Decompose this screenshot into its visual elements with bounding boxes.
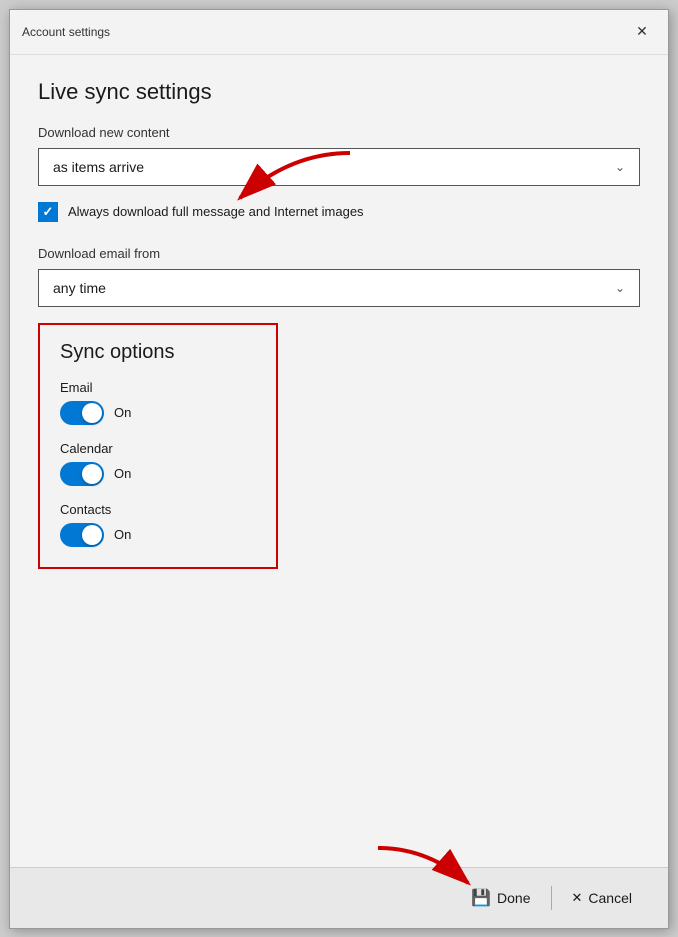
dialog-content: Live sync settings Download new content … — [10, 55, 668, 867]
save-icon: 💾 — [471, 888, 491, 908]
always-download-checkbox[interactable]: ✓ — [38, 202, 58, 222]
cancel-button[interactable]: ✕ Cancel — [556, 882, 649, 914]
contacts-toggle-row: Contacts On — [60, 502, 256, 547]
done-label: Done — [497, 890, 530, 906]
footer-divider — [551, 886, 552, 910]
title-bar: Account settings ✕ — [10, 10, 668, 55]
download-email-from-value: any time — [53, 280, 106, 296]
download-new-content-value: as items arrive — [53, 159, 144, 175]
email-toggle-row: Email On — [60, 380, 256, 425]
contacts-toggle-state: On — [114, 527, 131, 542]
email-toggle-state: On — [114, 405, 131, 420]
always-download-row: ✓ Always download full message and Inter… — [38, 202, 640, 222]
email-toggle-container: On — [60, 401, 256, 425]
account-settings-dialog: Account settings ✕ Live sync settings Do… — [9, 9, 669, 929]
calendar-toggle[interactable] — [60, 462, 104, 486]
live-sync-heading: Live sync settings — [38, 79, 640, 105]
cancel-icon: ✕ — [572, 890, 583, 906]
calendar-toggle-row: Calendar On — [60, 441, 256, 486]
contacts-toggle-container: On — [60, 523, 256, 547]
download-new-content-dropdown[interactable]: as items arrive ⌄ — [38, 148, 640, 186]
footer: 💾 Done ✕ Cancel — [10, 867, 668, 928]
cancel-label: Cancel — [588, 890, 632, 906]
sync-options-heading: Sync options — [60, 341, 256, 364]
always-download-label: Always download full message and Interne… — [68, 204, 364, 219]
dialog-title: Account settings — [22, 25, 110, 39]
checkmark-icon: ✓ — [43, 204, 54, 220]
done-button[interactable]: 💾 Done — [455, 880, 546, 916]
contacts-toggle-label: Contacts — [60, 502, 256, 517]
email-toggle[interactable] — [60, 401, 104, 425]
calendar-toggle-state: On — [114, 466, 131, 481]
download-email-from-dropdown[interactable]: any time ⌄ — [38, 269, 640, 307]
download-email-from-label: Download email from — [38, 246, 640, 261]
calendar-toggle-container: On — [60, 462, 256, 486]
chevron-down-icon: ⌄ — [615, 160, 625, 174]
calendar-toggle-knob — [82, 464, 102, 484]
download-new-content-label: Download new content — [38, 125, 640, 140]
email-toggle-label: Email — [60, 380, 256, 395]
sync-options-box: Sync options Email On Calendar — [38, 323, 278, 569]
calendar-toggle-label: Calendar — [60, 441, 256, 456]
contacts-toggle[interactable] — [60, 523, 104, 547]
close-button[interactable]: ✕ — [628, 18, 656, 46]
email-toggle-knob — [82, 403, 102, 423]
chevron-down-icon-2: ⌄ — [615, 281, 625, 295]
contacts-toggle-knob — [82, 525, 102, 545]
